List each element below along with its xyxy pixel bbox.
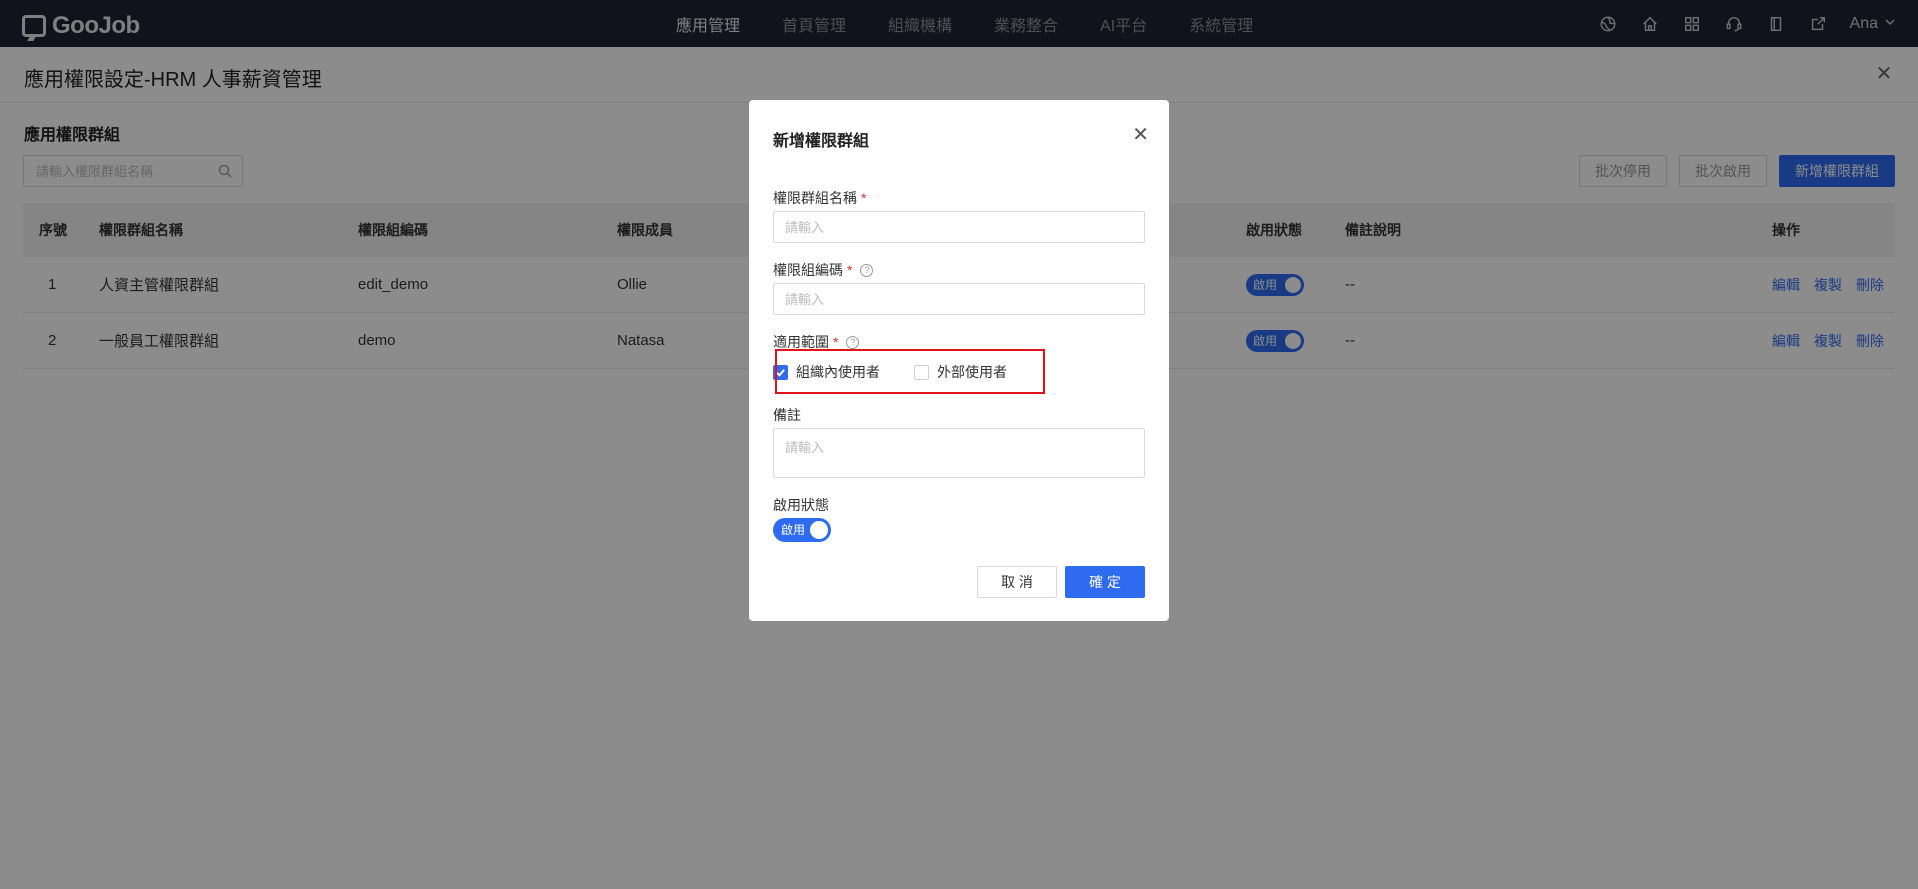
- highlight-box: [775, 349, 1045, 394]
- confirm-button[interactable]: 確 定: [1065, 566, 1145, 598]
- group-code-label-text: 權限組編碼: [773, 262, 843, 278]
- help-icon[interactable]: ?: [846, 335, 860, 349]
- status-label-text: 啟用狀態: [773, 497, 829, 513]
- group-name-field: [773, 211, 1145, 243]
- remark-field: [773, 428, 1145, 478]
- required-mark: *: [847, 262, 853, 278]
- required-mark: *: [861, 190, 867, 206]
- group-code-input[interactable]: [774, 284, 1144, 314]
- required-mark: *: [833, 334, 839, 350]
- remark-label: 備註: [773, 405, 801, 425]
- cancel-button[interactable]: 取 消: [977, 566, 1057, 598]
- group-code-label: 權限組編碼 * ?: [773, 260, 874, 280]
- group-name-label: 權限群組名稱 *: [773, 188, 866, 208]
- modal-title: 新增權限群組: [773, 133, 870, 150]
- remark-textarea[interactable]: [774, 429, 1144, 477]
- close-icon[interactable]: ✕: [1132, 125, 1149, 145]
- status-toggle[interactable]: 啟用: [773, 518, 831, 542]
- remark-label-text: 備註: [773, 407, 801, 423]
- group-name-input[interactable]: [774, 212, 1144, 242]
- help-icon[interactable]: ?: [860, 263, 874, 277]
- status-label: 啟用狀態: [773, 495, 829, 515]
- group-code-field: [773, 283, 1145, 315]
- group-name-label-text: 權限群組名稱: [773, 190, 857, 206]
